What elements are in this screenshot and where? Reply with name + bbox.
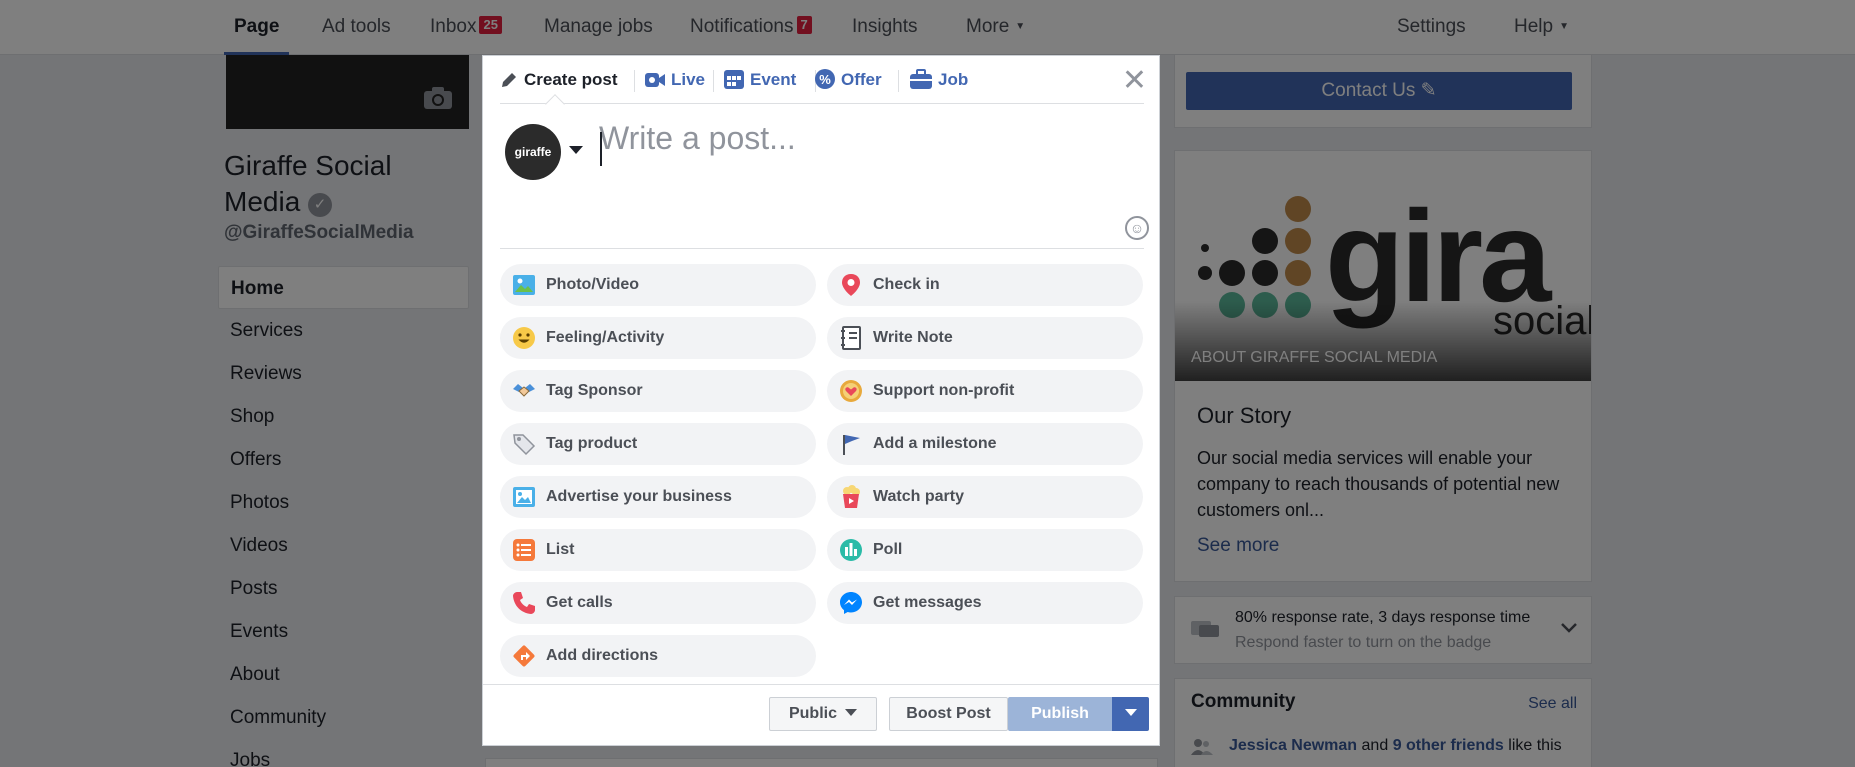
notebook-icon bbox=[841, 326, 861, 350]
audience-label: Public bbox=[788, 705, 837, 722]
tab-offer-label: Offer bbox=[841, 70, 882, 89]
directions-icon bbox=[513, 645, 535, 667]
option-label: Feeling/Activity bbox=[546, 329, 665, 346]
option-add-milestone[interactable]: Add a milestone bbox=[827, 423, 1143, 465]
flag-icon bbox=[843, 435, 860, 455]
option-get-messages[interactable]: Get messages bbox=[827, 582, 1143, 624]
option-label: Tag Sponsor bbox=[546, 382, 643, 399]
option-get-calls[interactable]: Get calls bbox=[500, 582, 816, 624]
tab-job[interactable]: Job bbox=[910, 56, 968, 104]
tab-separator bbox=[898, 70, 899, 92]
option-label: Tag product bbox=[546, 435, 638, 452]
phone-icon bbox=[513, 592, 535, 614]
text-cursor bbox=[600, 132, 602, 166]
option-label: Poll bbox=[873, 541, 903, 558]
tab-live-label: Live bbox=[671, 70, 706, 89]
option-watch-party[interactable]: Watch party bbox=[827, 476, 1143, 518]
composer-divider bbox=[500, 248, 1144, 249]
price-tag-icon bbox=[513, 434, 536, 456]
list-icon bbox=[513, 539, 535, 561]
option-list[interactable]: List bbox=[500, 529, 816, 571]
option-write-note[interactable]: Write Note bbox=[827, 317, 1143, 359]
option-label: Photo/Video bbox=[546, 276, 640, 293]
post-text-input[interactable] bbox=[599, 120, 1119, 230]
option-check-in[interactable]: Check in bbox=[827, 264, 1143, 306]
composer-tabs: Create post Live Event % Offer Job bbox=[500, 56, 1144, 114]
tab-create-post[interactable]: Create post bbox=[500, 56, 618, 104]
photo-icon bbox=[513, 275, 535, 295]
smiley-icon bbox=[513, 327, 535, 349]
tab-event-label: Event bbox=[750, 70, 797, 89]
option-label: Get calls bbox=[546, 594, 613, 611]
boost-post-button[interactable]: Boost Post bbox=[889, 697, 1008, 731]
option-label: Check in bbox=[873, 276, 940, 293]
publish-button[interactable]: Publish bbox=[1008, 697, 1112, 731]
option-label: Watch party bbox=[873, 488, 964, 505]
caret-down-icon[interactable] bbox=[569, 146, 583, 154]
composer-footer: Public Boost Post Publish bbox=[483, 684, 1159, 746]
option-label: Add directions bbox=[546, 647, 659, 664]
option-label: Add a milestone bbox=[873, 435, 997, 452]
location-pin-icon bbox=[842, 274, 860, 296]
poll-icon bbox=[840, 539, 862, 561]
messenger-icon bbox=[840, 592, 862, 614]
tab-create-post-label: Create post bbox=[524, 70, 618, 89]
handshake-icon bbox=[513, 384, 535, 397]
option-label: Get messages bbox=[873, 594, 982, 611]
tab-live[interactable]: Live bbox=[645, 56, 705, 104]
create-post-dialog: Create post Live Event % Offer Job ✕ gira… bbox=[482, 55, 1160, 746]
pencil-icon bbox=[502, 73, 516, 87]
calendar-icon bbox=[724, 70, 744, 89]
close-icon[interactable]: ✕ bbox=[1122, 66, 1147, 96]
tab-job-label: Job bbox=[938, 70, 969, 89]
avatar[interactable]: giraffe bbox=[505, 124, 561, 180]
publish-options-button[interactable] bbox=[1112, 697, 1149, 731]
option-label: Advertise your business bbox=[546, 488, 732, 505]
option-tag-sponsor[interactable]: Tag Sponsor bbox=[500, 370, 816, 412]
option-feeling-activity[interactable]: Feeling/Activity bbox=[500, 317, 816, 359]
audience-select[interactable]: Public bbox=[769, 697, 877, 731]
option-support-non-profit[interactable]: Support non-profit bbox=[827, 370, 1143, 412]
caret-down-icon bbox=[845, 709, 857, 716]
caret-down-icon bbox=[1124, 709, 1137, 716]
offer-badge-icon: % bbox=[815, 69, 835, 89]
svg-text:%: % bbox=[819, 72, 831, 87]
option-label: Support non-profit bbox=[873, 382, 1015, 399]
option-add-directions[interactable]: Add directions bbox=[500, 635, 816, 677]
option-tag-product[interactable]: Tag product bbox=[500, 423, 816, 465]
option-photo-video[interactable]: Photo/Video bbox=[500, 264, 816, 306]
option-label: List bbox=[546, 541, 575, 558]
advertise-icon bbox=[513, 487, 535, 507]
option-advertise-business[interactable]: Advertise your business bbox=[500, 476, 816, 518]
emoji-icon[interactable]: ☺ bbox=[1125, 216, 1149, 240]
tab-separator bbox=[713, 70, 714, 92]
option-label: Write Note bbox=[873, 329, 953, 346]
tab-event[interactable]: Event bbox=[724, 56, 796, 104]
tab-separator bbox=[634, 70, 635, 92]
option-poll[interactable]: Poll bbox=[827, 529, 1143, 571]
live-video-icon bbox=[645, 73, 665, 87]
tab-offer[interactable]: % Offer bbox=[815, 56, 882, 104]
popcorn-icon bbox=[843, 485, 860, 508]
donation-heart-icon bbox=[840, 380, 862, 402]
briefcase-icon bbox=[910, 69, 932, 89]
